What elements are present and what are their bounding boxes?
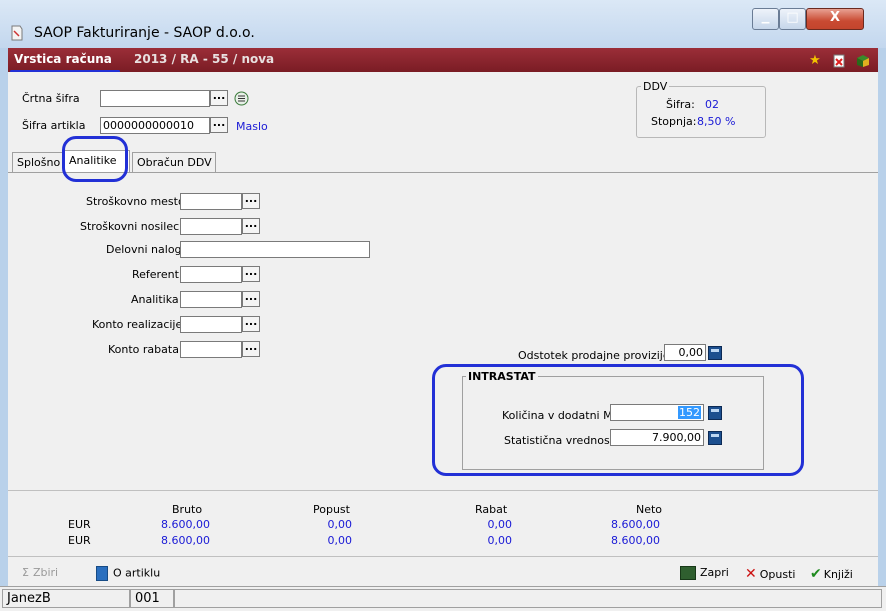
- summary-row-bruto: 8.600,00: [161, 534, 210, 547]
- knjizi-button[interactable]: ✔ Knjiži: [810, 566, 853, 582]
- crtna-sifra-browse-button[interactable]: ...: [210, 90, 228, 106]
- zbiri-label: Zbiri: [32, 566, 59, 579]
- close-icon: X: [829, 10, 841, 25]
- summary-row-neto: 8.600,00: [611, 534, 660, 547]
- ddv-sifra-label: Šifra:: [666, 98, 695, 111]
- summary-header-popust: Popust: [313, 503, 350, 516]
- stroskovni-nosilec-label: Stroškovni nosilec: [80, 220, 180, 233]
- summary-header-neto: Neto: [636, 503, 663, 516]
- tab-obracun-ddv[interactable]: Obračun DDV: [132, 152, 216, 172]
- analitika-browse-button[interactable]: ...: [242, 291, 260, 307]
- window-title: SAOP Fakturiranje - SAOP d.o.o.: [34, 25, 255, 41]
- article-info-icon: [96, 566, 108, 581]
- application-window: SAOP Fakturiranje - SAOP d.o.o. ▁ □ X Vr…: [0, 0, 886, 611]
- referent-label: Referent: [132, 268, 179, 281]
- status-user: JanezB: [2, 589, 130, 608]
- referent-browse-button[interactable]: ...: [242, 266, 260, 282]
- stroskovno-mesto-label: Stroškovno mesto: [86, 195, 185, 208]
- summary-row-bruto: 8.600,00: [161, 518, 210, 531]
- stroskovno-mesto-browse-button[interactable]: ...: [242, 193, 260, 209]
- minimize-icon: ▁: [761, 13, 770, 24]
- crtna-sifra-input[interactable]: [100, 90, 210, 107]
- sifra-artikla-input[interactable]: 0000000000010: [100, 117, 210, 134]
- calculator-icon[interactable]: [708, 346, 722, 360]
- close-folder-icon: [680, 566, 696, 580]
- favorite-star-icon[interactable]: ★: [808, 54, 822, 68]
- annotation-box-tab: [62, 136, 128, 182]
- referent-input[interactable]: [180, 266, 242, 283]
- summary-header-rabat: Rabat: [475, 503, 508, 516]
- delovni-nalog-label: Delovni nalog: [106, 243, 182, 256]
- record-id: 2013 / RA - 55 / nova: [134, 52, 275, 66]
- summary-row-rabat: 0,00: [487, 534, 513, 547]
- crtna-sifra-label: Črtna šifra: [22, 92, 80, 105]
- ddv-stopnja-label: Stopnja:: [651, 115, 697, 128]
- konto-rabata-label: Konto rabata: [108, 343, 179, 356]
- o-artiklu-label: O artiklu: [113, 566, 161, 580]
- annotation-box-intrastat: [432, 364, 804, 476]
- analitika-label: Analitika: [131, 293, 179, 306]
- zbiri-button[interactable]: Σ Zbiri: [22, 566, 58, 579]
- opusti-button[interactable]: ✕ Opusti: [745, 566, 795, 582]
- status-code: 001: [130, 589, 174, 608]
- ddv-box: [636, 86, 766, 138]
- odstotek-provizije-input[interactable]: 0,00: [664, 344, 706, 361]
- summary-row-popust: 0,00: [327, 534, 353, 547]
- konto-rabata-browse-button[interactable]: ...: [242, 341, 260, 357]
- ddv-sifra-value: 02: [705, 98, 719, 111]
- summary-row-currency: EUR: [68, 518, 91, 531]
- delovni-nalog-input[interactable]: [180, 241, 370, 258]
- tab-splosno[interactable]: Splošno: [12, 152, 64, 172]
- article-name: Maslo: [236, 120, 268, 133]
- status-message-area: [174, 589, 882, 608]
- summary-header-bruto: Bruto: [172, 503, 203, 516]
- summary-panel: [8, 490, 878, 553]
- analitika-input[interactable]: [180, 291, 242, 308]
- konto-rabata-input[interactable]: [180, 341, 242, 358]
- sigma-icon: Σ: [22, 566, 29, 579]
- list-icon[interactable]: [234, 91, 249, 106]
- close-button[interactable]: X: [806, 8, 864, 30]
- maximize-icon: □: [786, 10, 799, 25]
- ddv-stopnja-value: 8,50 %: [697, 115, 736, 128]
- summary-row-popust: 0,00: [327, 518, 353, 531]
- minimize-button[interactable]: ▁: [752, 8, 779, 30]
- book-help-icon[interactable]: [856, 54, 870, 68]
- zapri-button[interactable]: Zapri: [680, 566, 729, 580]
- zapri-label: Zapri: [700, 566, 729, 579]
- summary-row-rabat: 0,00: [487, 518, 513, 531]
- maximize-button[interactable]: □: [779, 8, 806, 30]
- opusti-label: Opusti: [759, 568, 796, 581]
- stroskovno-mesto-input[interactable]: [180, 193, 242, 210]
- record-header: Vrstica računa 2013 / RA - 55 / nova: [8, 48, 878, 72]
- app-icon: [11, 25, 23, 41]
- konto-realizacije-browse-button[interactable]: ...: [242, 316, 260, 332]
- record-type: Vrstica računa: [14, 52, 112, 66]
- sifra-artikla-label: Šifra artikla: [22, 119, 86, 132]
- knjizi-label: Knjiži: [823, 568, 853, 581]
- o-artiklu-button[interactable]: O artiklu: [96, 566, 160, 581]
- document-delete-icon[interactable]: [832, 54, 846, 68]
- ddv-title: DDV: [641, 80, 670, 93]
- title-bar: SAOP Fakturiranje - SAOP d.o.o. ▁ □ X: [0, 0, 886, 48]
- cancel-x-icon: ✕: [745, 566, 757, 582]
- checkmark-icon: ✔: [810, 566, 822, 582]
- summary-row-currency: EUR: [68, 534, 91, 547]
- status-bar: JanezB 001: [0, 586, 886, 611]
- odstotek-provizije-label: Odstotek prodajne provizije: [518, 349, 670, 362]
- konto-realizacije-label: Konto realizacije: [92, 318, 183, 331]
- sifra-artikla-browse-button[interactable]: ...: [210, 117, 228, 133]
- konto-realizacije-input[interactable]: [180, 316, 242, 333]
- stroskovni-nosilec-input[interactable]: [180, 218, 242, 235]
- summary-row-neto: 8.600,00: [611, 518, 660, 531]
- stroskovni-nosilec-browse-button[interactable]: ...: [242, 218, 260, 234]
